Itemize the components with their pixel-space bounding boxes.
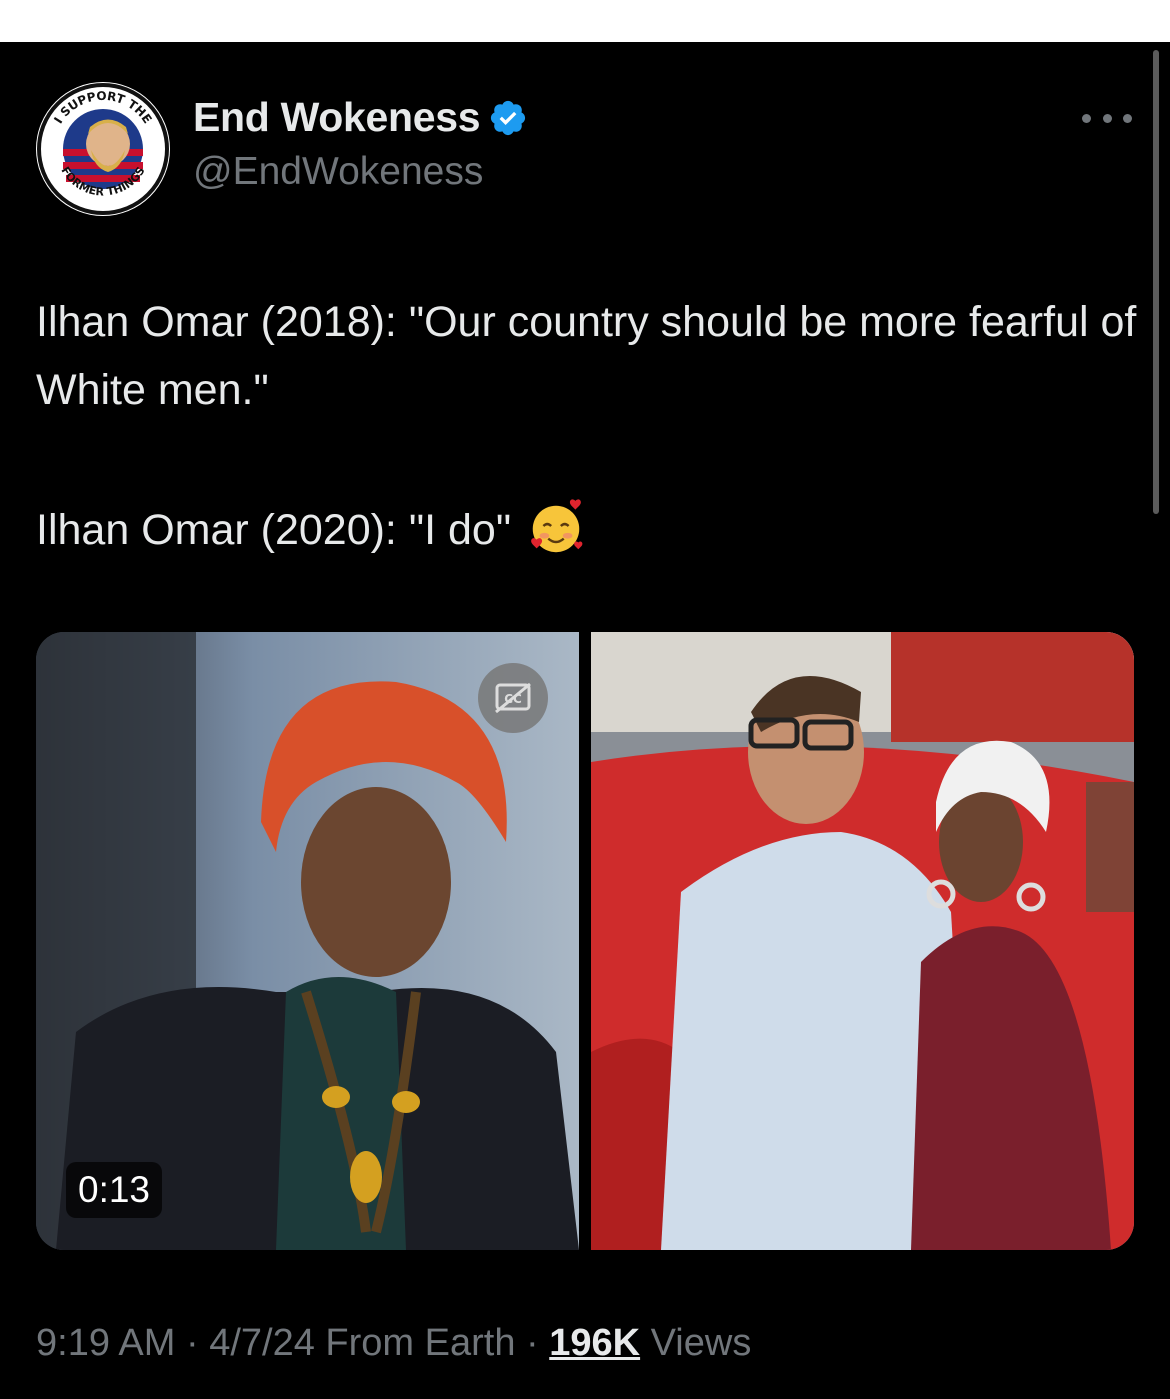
views-label: Views (640, 1322, 752, 1364)
tweet-time[interactable]: 9:19 AM (36, 1322, 175, 1364)
closed-captions-off-icon[interactable]: CC (478, 663, 548, 733)
meta-separator: · (515, 1322, 550, 1364)
tweet-line-1: Ilhan Omar (2018): "Our country should b… (36, 298, 1137, 414)
dot (1102, 113, 1112, 123)
status-strip (0, 0, 1170, 42)
tweet-line-2: Ilhan Omar (2020): "I do" (36, 496, 1146, 564)
photo-image (591, 632, 1134, 1250)
dot (1123, 113, 1132, 123)
scrollbar[interactable] (1153, 50, 1159, 514)
photo-thumbnail[interactable] (591, 632, 1134, 1250)
more-dots-icon[interactable] (1082, 106, 1132, 130)
author-name[interactable]: End Wokeness (193, 94, 481, 141)
cc-glyph: CC (495, 682, 531, 714)
support-former-things-badge-icon: I SUPPORT THE FORMER THINGS (37, 83, 169, 215)
tweet-source: From Earth (314, 1322, 516, 1364)
tweet-line-2-text: Ilhan Omar (2020): "I do" (36, 506, 512, 554)
smiling-face-with-hearts-icon (531, 499, 583, 552)
video-duration: 0:13 (66, 1162, 163, 1218)
author-name-row: End Wokeness (193, 94, 528, 141)
views-count[interactable]: 196K (549, 1322, 640, 1364)
tweet-text: Ilhan Omar (2018): "Our country should b… (36, 288, 1146, 564)
author-avatar[interactable]: I SUPPORT THE FORMER THINGS (36, 82, 170, 216)
author-handle[interactable]: @EndWokeness (193, 150, 483, 194)
verified-badge-icon (491, 100, 526, 135)
dot (1082, 113, 1091, 123)
tweet-meta: 9:19 AM · 4/7/24 From Earth · 196K Views (36, 1322, 751, 1365)
meta-separator: · (175, 1322, 210, 1364)
tweet-date[interactable]: 4/7/24 (209, 1322, 315, 1364)
